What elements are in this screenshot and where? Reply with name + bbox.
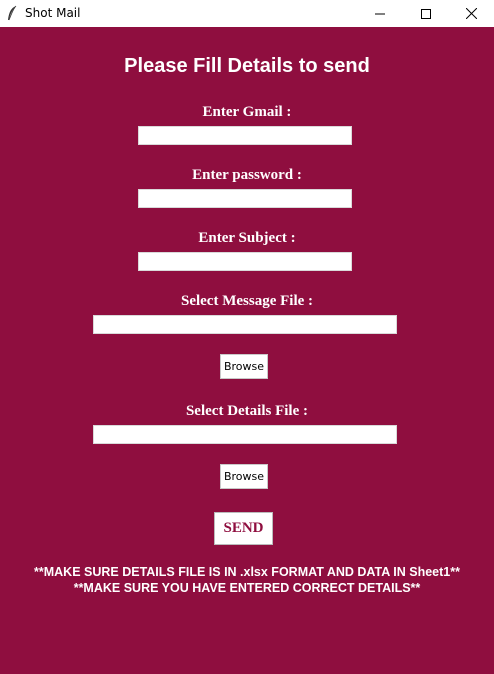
minimize-icon [375,9,385,19]
close-icon [465,8,477,19]
message-file-field[interactable] [93,315,397,334]
subject-label: Enter Subject : [198,230,296,246]
main-window: Please Fill Details to send Enter Gmail … [0,27,494,674]
send-button[interactable]: SEND [214,512,273,545]
maximize-icon [421,8,431,19]
gmail-field[interactable] [138,126,352,145]
details-browse-button[interactable]: Browse [220,464,268,489]
feather-icon [6,5,18,21]
details-file-field[interactable] [93,425,397,444]
details-file-label: Select Details File : [185,403,309,419]
minimize-button[interactable] [357,0,403,27]
note-correct-details: **MAKE SURE YOU HAVE ENTERED CORRECT DET… [73,581,421,595]
password-label: Enter password : [192,167,302,183]
gmail-label: Enter Gmail : [202,104,292,120]
window-title: Shot Mail [25,6,81,20]
maximize-button[interactable] [403,0,449,27]
message-file-label: Select Message File : [180,293,314,309]
message-browse-button[interactable]: Browse [220,354,268,379]
close-button[interactable] [448,0,494,27]
page-title: Please Fill Details to send [124,55,370,77]
subject-field[interactable] [138,252,352,271]
password-field[interactable] [138,189,352,208]
note-xlsx-format: **MAKE SURE DETAILS FILE IS IN .xlsx FOR… [34,565,460,579]
title-bar[interactable]: Shot Mail [0,0,494,27]
